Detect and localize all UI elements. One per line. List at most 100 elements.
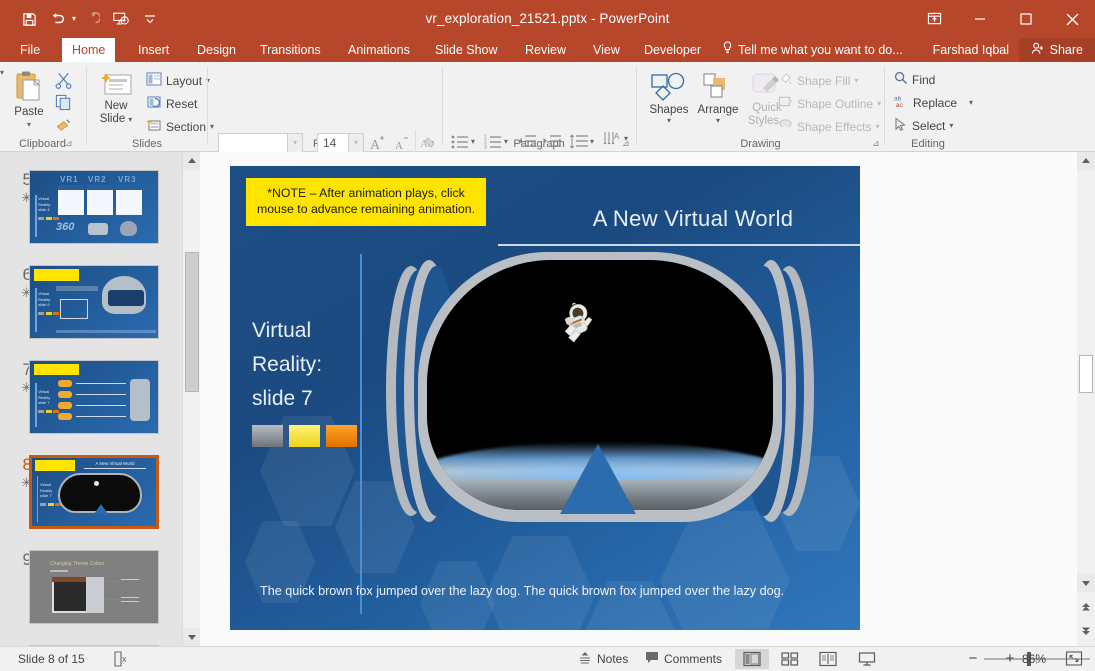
notes-button[interactable]: Notes — [578, 647, 628, 671]
arrange-dropdown-icon[interactable]: ▾ — [716, 117, 720, 125]
clipboard-dialog-launcher[interactable]: ⊿ — [65, 138, 73, 149]
copy-dropdown-icon[interactable]: ▾ — [0, 68, 4, 77]
new-slide-dropdown-icon[interactable]: ▾ — [128, 115, 132, 124]
thumbnail-image[interactable]: VirtualRealityslide 6 — [29, 265, 159, 339]
font-name-dropdown-icon[interactable]: ▾ — [288, 133, 303, 153]
thumbnail-image[interactable]: Changing Theme Colors — [29, 550, 159, 624]
cut-icon[interactable] — [52, 70, 74, 90]
side-title[interactable]: Virtual Reality: slide 7 — [252, 314, 357, 416]
shape-fill-dropdown-icon[interactable]: ▾ — [854, 77, 858, 85]
tab-file[interactable]: File — [10, 38, 50, 62]
thumbnail-slide-5[interactable]: 5 ✳ VirtualRealityslide 4 VR1 VR2 VR3 36… — [0, 170, 182, 248]
ribbon-group-slides: NewSlide▾ Layout ▾ Reset Section ▾ Slide… — [88, 62, 206, 152]
slide-show-view-button[interactable] — [850, 649, 884, 669]
format-painter-icon[interactable] — [52, 114, 74, 134]
select-button[interactable]: Select ▾ — [894, 117, 953, 134]
zoom-level-label[interactable]: 86% — [1022, 647, 1046, 671]
text-direction-icon[interactable]: A — [601, 129, 623, 149]
close-icon[interactable] — [1049, 0, 1095, 38]
next-slide-button[interactable] — [1077, 622, 1095, 640]
shapes-button[interactable]: Shapes ▾ — [646, 72, 692, 125]
paste-button[interactable]: Paste ▾ — [8, 70, 50, 129]
decrease-font-size-icon[interactable]: A — [392, 133, 412, 153]
layout-button[interactable]: Layout ▾ — [146, 72, 210, 89]
tab-insert[interactable]: Insert — [128, 38, 179, 62]
ribbon-display-options-icon[interactable] — [911, 0, 957, 38]
section-button[interactable]: Section ▾ — [146, 118, 214, 135]
font-size-dropdown-icon[interactable]: ▾ — [349, 133, 364, 153]
clear-formatting-icon[interactable]: A — [418, 133, 438, 153]
shape-effects-dropdown-icon[interactable]: ▾ — [876, 123, 880, 131]
text-direction-dropdown-icon[interactable]: ▾ — [624, 135, 628, 143]
slide-sorter-view-button[interactable] — [773, 649, 807, 669]
shape-outline-button[interactable]: Shape Outline ▾ — [778, 95, 881, 112]
font-name-input[interactable] — [218, 133, 288, 153]
fit-slide-to-window-icon[interactable] — [1065, 650, 1083, 670]
thumbnail-slide-7[interactable]: 7 ✳ VirtualRealityslide 7 — [0, 360, 182, 438]
thumbnail-image[interactable]: A New Virtual World VirtualRealityslide … — [29, 455, 159, 529]
thumbnail-slide-6[interactable]: 6 ✳ VirtualRealityslide 6 — [0, 265, 182, 343]
bullets-dropdown-icon[interactable]: ▾ — [471, 138, 475, 146]
accessibility-icon[interactable]: x — [113, 651, 131, 670]
slide-scroll-up-icon[interactable] — [1077, 152, 1095, 170]
find-button[interactable]: Find — [894, 71, 935, 88]
tab-slide-show[interactable]: Slide Show — [425, 38, 508, 62]
increase-indent-icon[interactable] — [541, 132, 563, 152]
paste-dropdown-icon[interactable]: ▾ — [27, 121, 31, 129]
slide-title[interactable]: A New Virtual World — [498, 206, 860, 232]
thumbnail-image[interactable]: VirtualRealityslide 4 VR1 VR2 VR3 360 — [29, 170, 159, 244]
new-slide-button[interactable]: NewSlide▾ — [94, 72, 138, 126]
zoom-out-button[interactable]: − — [966, 647, 980, 671]
font-size-input[interactable]: 14 — [317, 133, 349, 153]
increase-font-size-icon[interactable]: A — [368, 133, 388, 153]
bullets-icon[interactable] — [450, 132, 470, 152]
thumbnail-scroll-up-icon[interactable] — [183, 152, 201, 170]
slide-area-scrollbar[interactable] — [1077, 152, 1095, 646]
slide-thumbnail-pane[interactable]: 5 ✳ VirtualRealityslide 4 VR1 VR2 VR3 36… — [0, 152, 200, 646]
replace-dropdown-icon[interactable]: ▾ — [969, 99, 973, 107]
user-name[interactable]: Farshad Iqbal — [933, 38, 1009, 62]
line-spacing-dropdown-icon[interactable]: ▾ — [590, 138, 594, 146]
tab-developer[interactable]: Developer — [634, 38, 711, 62]
select-dropdown-icon[interactable]: ▾ — [949, 122, 953, 130]
share-button[interactable]: Share — [1019, 38, 1095, 62]
minimize-icon[interactable] — [957, 0, 1003, 38]
shape-outline-dropdown-icon[interactable]: ▾ — [877, 100, 881, 108]
thumbnail-slide-9[interactable]: 9 Changing Theme Colors — [0, 550, 182, 628]
shape-fill-button[interactable]: Shape Fill ▾ — [778, 72, 858, 89]
previous-slide-button[interactable] — [1077, 598, 1095, 616]
thumbnail-scroll-down-icon[interactable] — [183, 628, 201, 646]
tab-view[interactable]: View — [583, 38, 630, 62]
slide-editing-area[interactable]: *NOTE – After animation plays, click mou… — [200, 152, 1095, 646]
numbering-icon[interactable]: 123 — [483, 132, 503, 152]
thumbnail-pane-scrollbar[interactable] — [182, 152, 200, 646]
tab-review[interactable]: Review — [515, 38, 576, 62]
numbering-dropdown-icon[interactable]: ▾ — [504, 138, 508, 146]
tab-transitions[interactable]: Transitions — [250, 38, 331, 62]
shapes-dropdown-icon[interactable]: ▾ — [667, 117, 671, 125]
line-spacing-icon[interactable] — [568, 132, 590, 152]
slide-scroll-down-icon[interactable] — [1077, 574, 1095, 592]
tell-me-box[interactable]: Tell me what you want to do... — [722, 38, 903, 62]
tab-design[interactable]: Design — [187, 38, 246, 62]
current-slide[interactable]: *NOTE – After animation plays, click mou… — [230, 166, 860, 630]
tab-animations[interactable]: Animations — [338, 38, 420, 62]
slide-scroll-thumb[interactable] — [1079, 355, 1093, 393]
reset-button[interactable]: Reset — [146, 95, 197, 112]
decrease-indent-icon[interactable] — [516, 132, 538, 152]
thumbnail-slide-8[interactable]: 8 ✳ A New Virtual World VirtualRealitysl… — [0, 455, 182, 533]
thumbnail-scroll-thumb[interactable] — [185, 252, 199, 392]
shape-effects-button[interactable]: Shape Effects ▾ — [778, 118, 880, 135]
note-callout[interactable]: *NOTE – After animation plays, click mou… — [246, 178, 486, 226]
reading-view-button[interactable] — [811, 649, 845, 669]
arrange-button[interactable]: Arrange ▾ — [695, 72, 741, 125]
maximize-icon[interactable] — [1003, 0, 1049, 38]
tab-home[interactable]: Home — [62, 38, 115, 62]
comments-button[interactable]: Comments — [645, 647, 722, 671]
replace-button[interactable]: abac Replace ▾ — [894, 94, 973, 111]
zoom-in-button[interactable]: + — [1003, 647, 1017, 671]
thumbnail-image[interactable]: VirtualRealityslide 7 — [29, 360, 159, 434]
slide-body-text[interactable]: The quick brown fox jumped over the lazy… — [260, 584, 832, 598]
copy-icon[interactable] — [52, 92, 74, 112]
normal-view-button[interactable] — [735, 649, 769, 669]
